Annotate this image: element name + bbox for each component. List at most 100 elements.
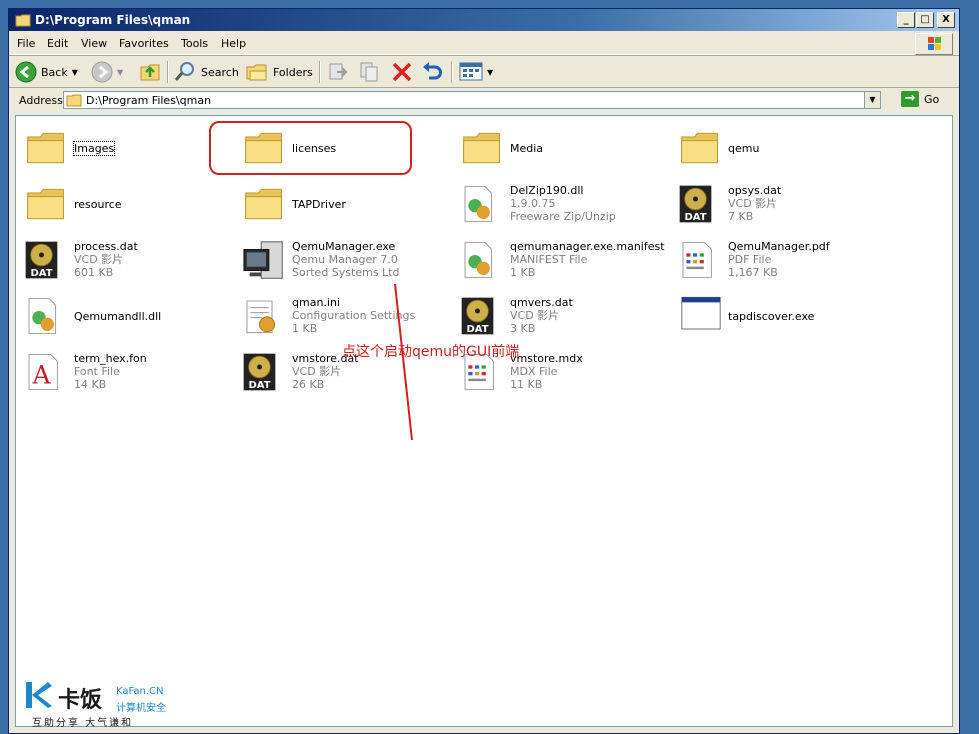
file-size: 7 KB — [728, 210, 754, 223]
chevron-down-icon[interactable]: ▼ — [72, 68, 78, 77]
up-folder-button[interactable] — [139, 60, 161, 84]
file-type: PDF File — [728, 253, 772, 266]
file-size: Sorted Systems Ltd — [292, 266, 400, 279]
ini-icon — [242, 294, 290, 342]
file-item[interactable]: Aterm_hex.fon Font File 14 KB — [24, 350, 234, 402]
file-type: Configuration Settings — [292, 309, 416, 322]
file-name: resource — [74, 198, 122, 211]
folders-label: Folders — [273, 65, 313, 79]
title-bar[interactable]: D:\Program Files\qman _ □ X — [9, 9, 959, 31]
menu-help[interactable]: Help — [221, 37, 246, 50]
file-item[interactable]: Images — [24, 126, 234, 178]
watermark-slogan: 互助分享 大气谦和 — [32, 718, 134, 729]
delete-button[interactable] — [391, 60, 413, 84]
watermark-site: KaFan.CN — [116, 686, 164, 697]
search-button[interactable]: Search — [173, 60, 239, 84]
file-name: Media — [510, 142, 544, 155]
forward-button[interactable]: ▼ — [91, 60, 123, 84]
file-name: Qemumandll.dll — [74, 310, 162, 323]
file-name: qemumanager.exe.manifest — [510, 240, 665, 253]
folder-icon — [242, 182, 290, 230]
views-icon — [459, 62, 483, 81]
file-name: qman.ini — [292, 296, 340, 309]
minimize-button[interactable]: _ — [897, 12, 915, 28]
go-label: Go — [924, 92, 940, 106]
views-button[interactable]: ▼ — [459, 60, 493, 84]
move-to-button[interactable] — [327, 60, 349, 84]
menu-edit[interactable]: Edit — [47, 37, 68, 50]
file-type: Font File — [74, 365, 120, 378]
file-size: Freeware Zip/Unzip — [510, 210, 616, 223]
svg-text:DAT: DAT — [684, 212, 706, 223]
document-icon — [678, 238, 726, 286]
svg-text:A: A — [31, 361, 51, 390]
file-name: DelZip190.dll — [510, 184, 584, 197]
back-arrow-icon — [15, 61, 37, 83]
undo-icon — [423, 62, 442, 80]
close-button[interactable]: X — [937, 12, 955, 28]
file-size: 1 KB — [292, 322, 318, 335]
file-item[interactable]: QemuManager.pdf PDF File 1,167 KB — [678, 238, 888, 290]
file-item[interactable]: resource — [24, 182, 234, 234]
file-name: qmvers.dat — [510, 296, 573, 309]
file-size: 14 KB — [74, 378, 107, 391]
file-item[interactable]: QemuManager.exe Qemu Manager 7.0 Sorted Sy… — [242, 238, 452, 290]
folder-up-icon — [140, 64, 160, 81]
folder-icon — [460, 126, 508, 174]
file-size: 3 KB — [510, 322, 536, 335]
file-item[interactable]: DelZip190.dll 1.9.0.75 Freeware Zip/Unzip — [460, 182, 670, 234]
address-value: D:\Program Files\qman — [86, 94, 212, 107]
file-item[interactable]: DAT opsys.dat VCD 影片 7 KB — [678, 182, 888, 234]
file-type: VCD 影片 — [728, 197, 778, 210]
file-size: 1,167 KB — [728, 266, 778, 279]
maximize-button[interactable]: □ — [916, 12, 934, 28]
file-item[interactable]: Media — [460, 126, 670, 178]
menu-favorites[interactable]: Favorites — [119, 37, 169, 50]
file-item[interactable]: qman.ini Configuration Settings 1 KB — [242, 294, 452, 346]
file-item[interactable]: tapdiscover.exe — [678, 294, 888, 346]
address-bar: Address D:\Program Files\qman ▼ → Go — [9, 90, 959, 112]
explorer-window: D:\Program Files\qman _ □ X File Edit Vi… — [8, 8, 960, 734]
chevron-down-icon[interactable]: ▼ — [117, 68, 123, 77]
file-item[interactable]: TAPDriver — [242, 182, 452, 234]
file-name: opsys.dat — [728, 184, 782, 197]
svg-text:DAT: DAT — [248, 380, 270, 391]
undo-button[interactable] — [421, 60, 443, 84]
folders-button[interactable]: Folders — [245, 60, 313, 84]
file-item[interactable]: DAT process.dat VCD 影片 601 KB — [24, 238, 234, 290]
file-item[interactable]: qemu — [678, 126, 888, 178]
watermark-subtitle: 计算机安全 — [116, 703, 166, 714]
chevron-down-icon[interactable]: ▼ — [487, 68, 493, 77]
file-name: TAPDriver — [292, 198, 346, 211]
file-name: qemu — [728, 142, 760, 155]
dll-icon — [460, 182, 508, 230]
menu-view[interactable]: View — [81, 37, 107, 50]
svg-text:DAT: DAT — [30, 268, 52, 279]
address-label: Address — [19, 94, 63, 107]
file-item[interactable]: DAT qmvers.dat VCD 影片 3 KB — [460, 294, 670, 346]
menu-file[interactable]: File — [17, 37, 35, 50]
file-type: MANIFEST File — [510, 253, 588, 266]
menu-tools[interactable]: Tools — [181, 37, 208, 50]
back-label: Back — [41, 65, 68, 79]
copy-to-button[interactable] — [359, 60, 381, 84]
file-type: VCD 影片 — [292, 365, 342, 378]
address-input[interactable]: D:\Program Files\qman ▼ — [63, 91, 881, 109]
svg-text:DAT: DAT — [466, 324, 488, 335]
delete-x-icon — [392, 62, 412, 82]
address-dropdown-button[interactable]: ▼ — [864, 92, 880, 108]
file-size: 11 KB — [510, 378, 543, 391]
dat-icon: DAT — [242, 350, 290, 398]
file-item[interactable]: Qemumandll.dll — [24, 294, 234, 346]
watermark-brand: 卡饭 — [58, 688, 103, 713]
forward-arrow-icon — [91, 61, 113, 83]
file-item[interactable]: qemumanager.exe.manifest MANIFEST File 1 K… — [460, 238, 670, 290]
go-button[interactable]: → Go — [901, 91, 939, 107]
file-name: vmstore.mdx — [510, 352, 583, 365]
folder-icon — [678, 126, 726, 174]
folder-icon — [66, 94, 82, 107]
annotation-text: 点这个启动qemu的GUI前端 — [342, 344, 520, 360]
back-button[interactable]: Back ▼ — [15, 60, 78, 84]
annotation-circle — [209, 121, 412, 175]
file-name: tapdiscover.exe — [728, 310, 815, 323]
